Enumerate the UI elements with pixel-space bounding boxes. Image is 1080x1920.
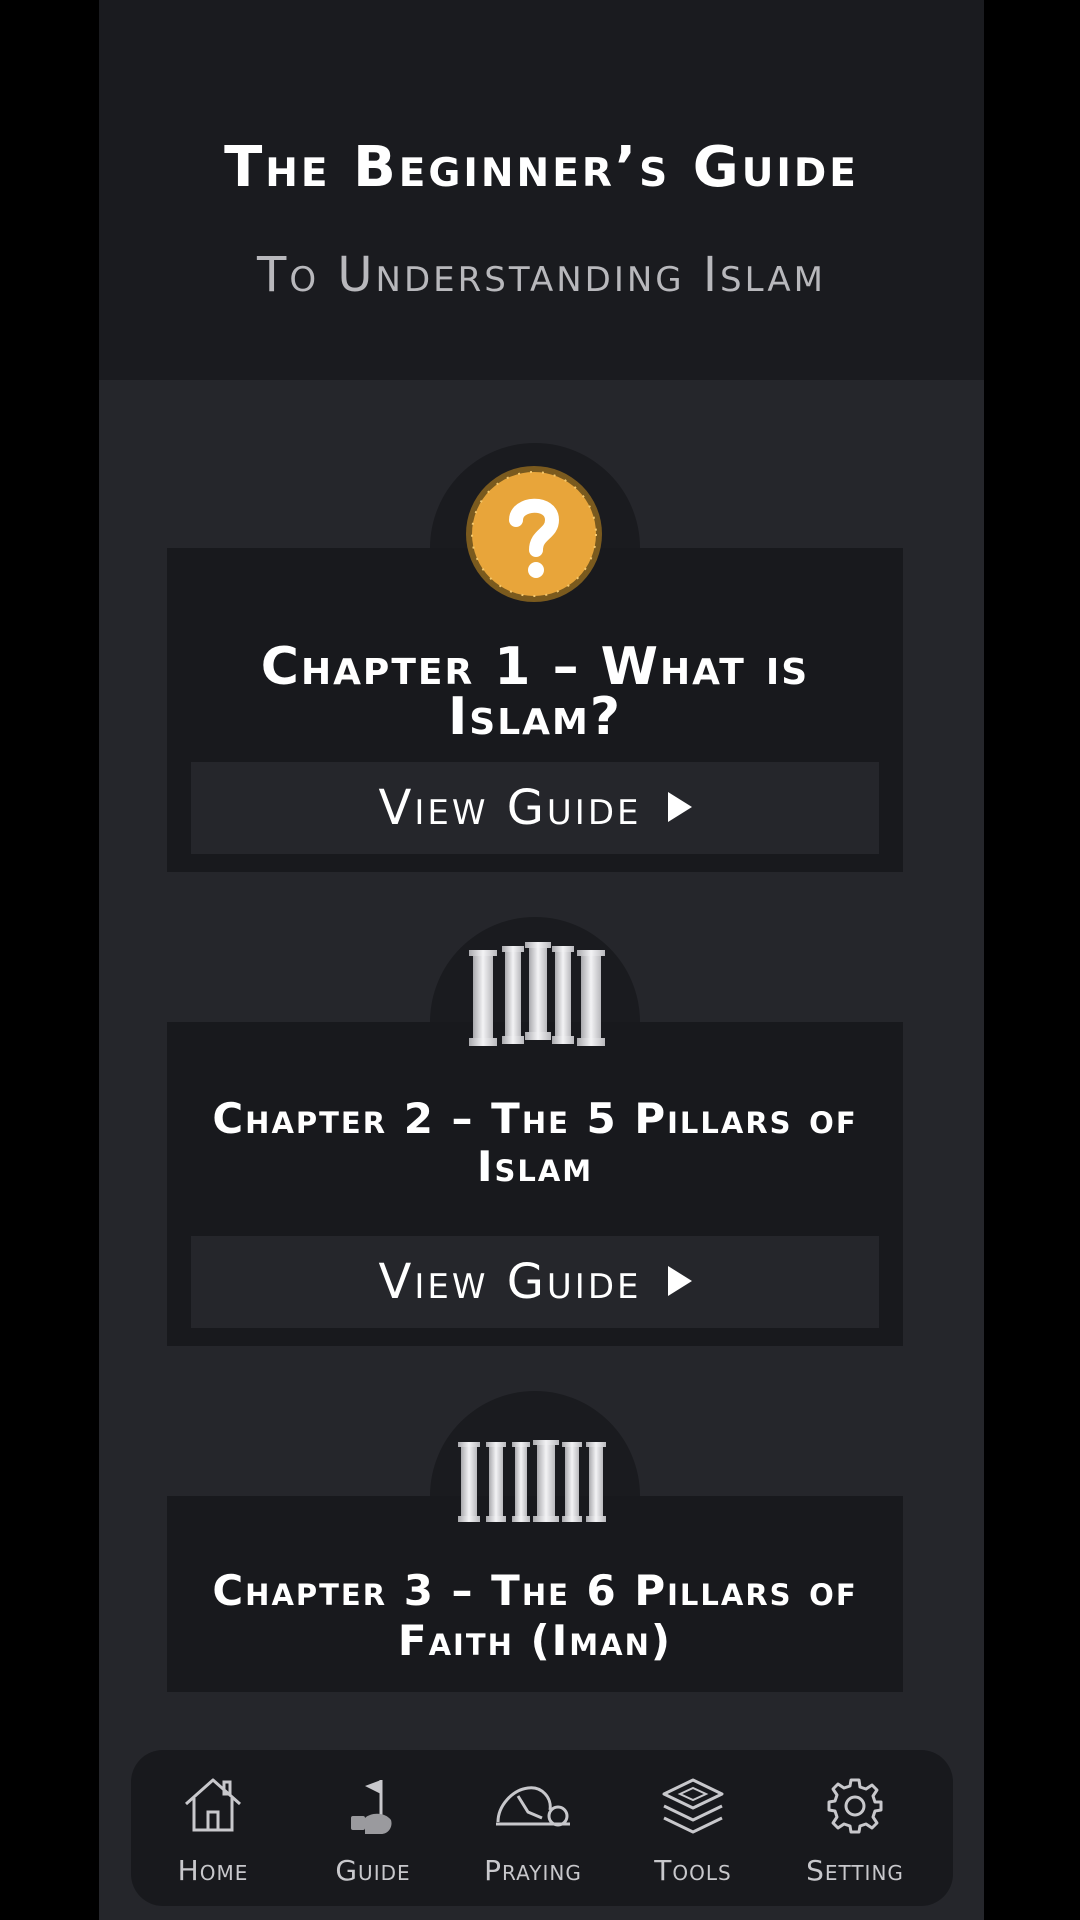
tab-home[interactable]: Home (133, 1750, 293, 1906)
page-title: The Beginner’s Guide (224, 135, 859, 200)
tab-praying[interactable]: Praying (453, 1750, 613, 1906)
tab-praying-label: Praying (484, 1854, 582, 1887)
chapter-3-title-line1: Chapter 3 – The 6 Pillars of (212, 1566, 858, 1615)
header: The Beginner’s Guide To Understanding Is… (99, 0, 984, 380)
praying-icon (496, 1786, 570, 1827)
tab-home-label: Home (177, 1854, 249, 1887)
chapter-1-view-guide-button[interactable]: View Guide (191, 762, 879, 854)
view-guide-label: View Guide (378, 1254, 642, 1310)
play-icon (667, 792, 692, 822)
chapter-2-title-line1: Chapter 2 – The 5 Pillars of (212, 1094, 858, 1143)
guide-icon (351, 1780, 392, 1834)
six-pillars-icon (458, 1440, 606, 1522)
tab-setting[interactable]: Setting (775, 1750, 935, 1906)
chapter-2-card[interactable]: Chapter 2 – The 5 Pillars of Islam View … (167, 1022, 903, 1346)
view-guide-label: View Guide (378, 780, 642, 836)
tools-layers-icon (662, 1778, 724, 1834)
home-icon (185, 1778, 241, 1832)
tab-guide[interactable]: Guide (293, 1750, 453, 1906)
five-pillars-icon (469, 942, 605, 1046)
tab-guide-label: Guide (335, 1854, 411, 1887)
chapter-3-title-line2: Faith (Iman) (397, 1616, 673, 1665)
app-screen: The Beginner’s Guide To Understanding Is… (99, 0, 984, 1920)
chapter-2-title-line2: Islam (476, 1142, 594, 1191)
page-subtitle: To Understanding Islam (257, 247, 826, 303)
tab-setting-label: Setting (806, 1854, 904, 1887)
play-icon (667, 1266, 692, 1296)
gear-icon (827, 1778, 883, 1834)
chapter-1-title: Chapter 1 – What is Islam? (260, 637, 810, 747)
tab-tools-label: Tools (654, 1854, 732, 1887)
bottom-tab-bar: Home Guide Praying Tools Setting (131, 1750, 953, 1906)
tab-tools[interactable]: Tools (613, 1750, 773, 1906)
question-mark-coin-icon (466, 466, 602, 602)
chapter-2-view-guide-button[interactable]: View Guide (191, 1236, 879, 1328)
